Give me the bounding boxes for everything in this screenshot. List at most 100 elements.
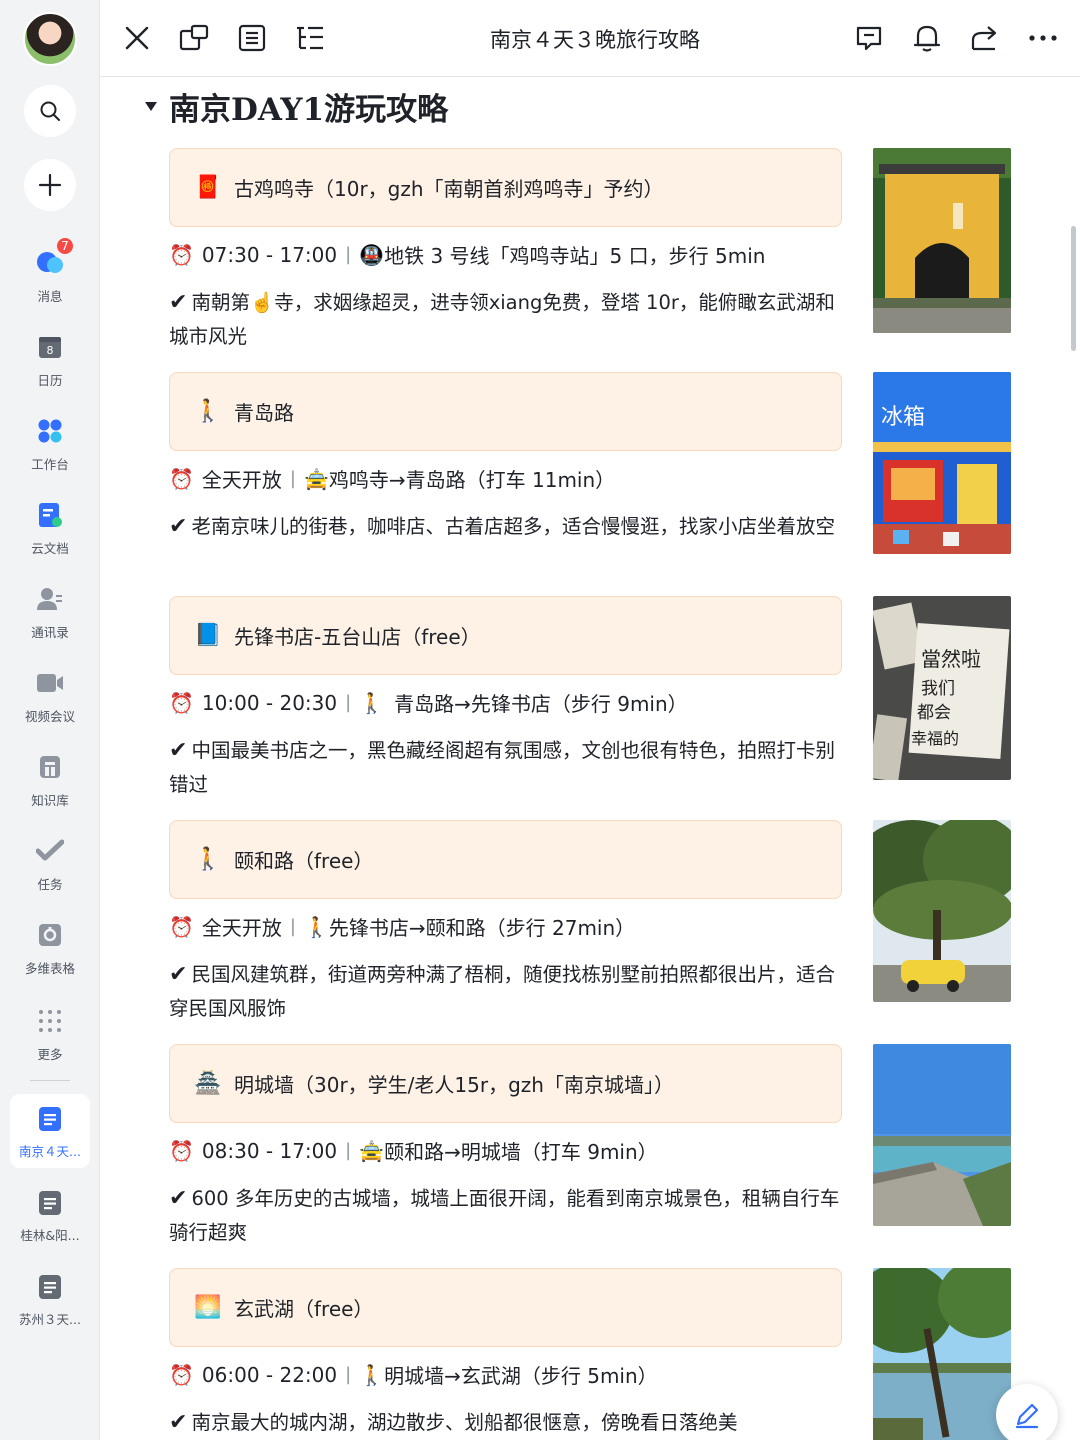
sidebar-item-messages[interactable]: 7 消息 bbox=[0, 236, 100, 322]
document-title: 南京４天３晚旅行攻略 bbox=[490, 28, 700, 52]
description-text: 南京最大的城内湖，湖边散步、划船都很惬意，傍晚看日落绝美 bbox=[191, 1411, 738, 1434]
alarm-clock-icon: ⏰ bbox=[169, 690, 194, 715]
notifications-button[interactable] bbox=[909, 20, 945, 56]
search-button[interactable] bbox=[24, 85, 76, 137]
metro-icon: 🚇 bbox=[359, 242, 385, 267]
avatar[interactable] bbox=[23, 12, 77, 66]
red-envelope-icon: 🧧 bbox=[194, 175, 222, 200]
description: ✔ 南京最大的城内湖，湖边散步、划船都很惬意，傍晚看日落绝美 bbox=[169, 1406, 849, 1440]
sidebar-item-workplace[interactable]: 工作台 bbox=[0, 410, 100, 490]
sidebar-item-calendar[interactable]: 8 日历 bbox=[0, 326, 100, 406]
share-button[interactable] bbox=[967, 20, 1003, 56]
collapse-triangle-icon[interactable] bbox=[145, 102, 157, 111]
temple-gate-photo[interactable] bbox=[873, 148, 1011, 333]
sidebar-item-label: 知识库 bbox=[31, 793, 69, 808]
sidebar-item-contacts[interactable]: 通讯录 bbox=[0, 578, 100, 658]
sidebar: 7 消息 8 日历 工作台 云文档 通讯录 视频会议 知识库 任务 多维表格 更… bbox=[0, 0, 100, 1440]
attraction-callout[interactable]: 🚶 青岛路 bbox=[169, 372, 842, 451]
opening-hours: 10:00 - 20:30 bbox=[201, 690, 338, 715]
recent-doc-label: 苏州３天... bbox=[19, 1312, 81, 1327]
walking-person-icon: 🚶 bbox=[303, 914, 329, 939]
hours-transport-line: ⏰ 07:30 - 17:00 | 🚇 地铁 3 号线「鸡鸣寺站」5 口，步行 … bbox=[169, 240, 765, 269]
xuanwu-lake-photo[interactable] bbox=[873, 1268, 1011, 1440]
vertical-scrollbar[interactable] bbox=[1071, 226, 1076, 351]
divider: | bbox=[289, 916, 296, 937]
unread-badge: 7 bbox=[55, 236, 75, 256]
recent-doc-guilin[interactable]: 桂林&阳... bbox=[10, 1178, 90, 1252]
calendar-day: 8 bbox=[47, 344, 54, 357]
sidebar-divider bbox=[30, 1080, 70, 1081]
taxi-icon: 🚖 bbox=[303, 466, 329, 491]
alarm-clock-icon: ⏰ bbox=[169, 242, 194, 267]
hours-transport-line: ⏰ 06:00 - 22:00 | 🚶 明城墙→玄武湖（步行 5min） bbox=[169, 1360, 658, 1389]
sidebar-item-cloud-docs[interactable]: 云文档 bbox=[0, 494, 100, 574]
bookstore-notes-photo[interactable]: 當然啦 我们 都会 幸福的 bbox=[873, 596, 1011, 780]
sidebar-item-more[interactable]: 更多 bbox=[0, 1000, 100, 1080]
document-body: 南京DAY1游玩攻略 🧧 古鸡鸣寺（10r，gzh「南朝首刹鸡鸣寺」予约） ⏰ … bbox=[100, 78, 1080, 1440]
outline-button[interactable] bbox=[292, 20, 328, 56]
close-button[interactable] bbox=[119, 20, 155, 56]
more-dots-icon bbox=[1029, 35, 1057, 41]
hours-transport-line: ⏰ 全天开放 | 🚖 鸡鸣寺→青岛路（打车 11min） bbox=[169, 464, 615, 493]
doc-info-button[interactable] bbox=[234, 20, 270, 56]
city-wall-lake-photo[interactable] bbox=[873, 1044, 1011, 1226]
sidebar-item-label: 工作台 bbox=[31, 457, 69, 472]
comments-button[interactable] bbox=[851, 20, 887, 56]
taxi-icon: 🚖 bbox=[359, 1138, 385, 1163]
more-button[interactable] bbox=[1025, 20, 1061, 56]
sidebar-item-wiki[interactable]: 知识库 bbox=[0, 746, 100, 826]
recent-doc-nanjing[interactable]: 南京４天... bbox=[10, 1094, 90, 1168]
description: ✔ 南朝第☝️寺，求姻缘超灵，进寺领xiang免费，登塔 10r，能俯瞰玄武湖和城… bbox=[169, 286, 849, 354]
cloud-doc-icon bbox=[35, 500, 65, 530]
description-text: 中国最美书店之一，黑色藏经阁超有氛围感，文创也很有特色，拍照打卡别错过 bbox=[169, 739, 835, 796]
description-text: 民国风建筑群，街道两旁种满了梧桐，随便找栋别墅前拍照都很出片，适合穿民国风服饰 bbox=[169, 963, 835, 1020]
alarm-clock-icon: ⏰ bbox=[169, 914, 194, 939]
description: ✔ 600 多年历史的古城墙，城墙上面很开阔，能看到南京城景色，租辆自行车骑行超爽 bbox=[169, 1182, 849, 1250]
check-mark-icon: ✔ bbox=[169, 738, 188, 763]
document-list-icon bbox=[238, 24, 266, 52]
new-window-button[interactable] bbox=[176, 20, 212, 56]
bitable-icon bbox=[35, 920, 65, 950]
sidebar-item-label: 视频会议 bbox=[24, 709, 75, 724]
share-icon bbox=[971, 26, 997, 51]
hours-transport-line: ⏰ 全天开放 | 🚶 先锋书店→颐和路（步行 27min） bbox=[169, 912, 635, 941]
attraction-callout[interactable]: 🌅 玄武湖（free） bbox=[169, 1268, 842, 1347]
plus-icon bbox=[38, 173, 62, 197]
castle-icon: 🏯 bbox=[194, 1071, 222, 1096]
cafe-storefront-photo[interactable]: 冰箱 bbox=[873, 372, 1011, 554]
calendar-icon: 8 bbox=[35, 332, 65, 362]
transport-info: 明城墙→玄武湖（步行 5min） bbox=[384, 1364, 658, 1388]
sidebar-item-label: 通讯录 bbox=[31, 625, 69, 640]
description-text: 南朝第☝️寺，求姻缘超灵，进寺领xiang免费，登塔 10r，能俯瞰玄武湖和城市… bbox=[169, 291, 835, 348]
opening-hours: 08:30 - 17:00 bbox=[201, 1138, 338, 1163]
sidebar-item-video-meeting[interactable]: 视频会议 bbox=[0, 662, 100, 742]
description: ✔ 老南京味儿的街巷，咖啡店、古着店超多，适合慢慢逛，找家小店坐着放空 bbox=[169, 510, 849, 544]
sidebar-item-label: 多维表格 bbox=[24, 961, 75, 976]
attraction-callout[interactable]: 🏯 明城墙（30r，学生/老人15r，gzh「南京城墙」） bbox=[169, 1044, 842, 1123]
sidebar-item-label: 任务 bbox=[37, 877, 63, 892]
attraction-name: 颐和路（free） bbox=[234, 849, 374, 873]
video-camera-icon bbox=[35, 668, 65, 698]
document-icon bbox=[35, 1188, 65, 1218]
attraction-callout[interactable]: 🚶 颐和路（free） bbox=[169, 820, 842, 899]
sidebar-item-label: 云文档 bbox=[31, 541, 69, 556]
create-button[interactable] bbox=[24, 159, 76, 211]
attraction-callout[interactable]: 📘 先锋书店-五台山店（free） bbox=[169, 596, 842, 675]
tree-lined-street-photo[interactable] bbox=[873, 820, 1011, 1002]
contacts-icon bbox=[35, 584, 65, 614]
top-bar: 南京４天３晚旅行攻略 bbox=[100, 0, 1080, 77]
section-heading[interactable]: 南京DAY1游玩攻略 bbox=[145, 84, 448, 129]
sidebar-item-label: 消息 bbox=[37, 289, 63, 304]
sidebar-item-bitable[interactable]: 多维表格 bbox=[0, 914, 100, 994]
svg-text:當然啦: 當然啦 bbox=[921, 647, 981, 671]
attraction-callout[interactable]: 🧧 古鸡鸣寺（10r，gzh「南朝首刹鸡鸣寺」予约） bbox=[169, 148, 842, 227]
attraction-name: 玄武湖（free） bbox=[234, 1297, 374, 1321]
edit-button[interactable] bbox=[996, 1384, 1058, 1440]
recent-doc-suzhou[interactable]: 苏州３天... bbox=[10, 1262, 90, 1336]
check-mark-icon: ✔ bbox=[169, 962, 188, 987]
task-check-icon bbox=[35, 836, 65, 866]
opening-hours: 06:00 - 22:00 bbox=[201, 1362, 338, 1387]
sidebar-item-tasks[interactable]: 任务 bbox=[0, 830, 100, 910]
sunrise-icon: 🌅 bbox=[194, 1295, 222, 1320]
divider: | bbox=[345, 244, 352, 265]
